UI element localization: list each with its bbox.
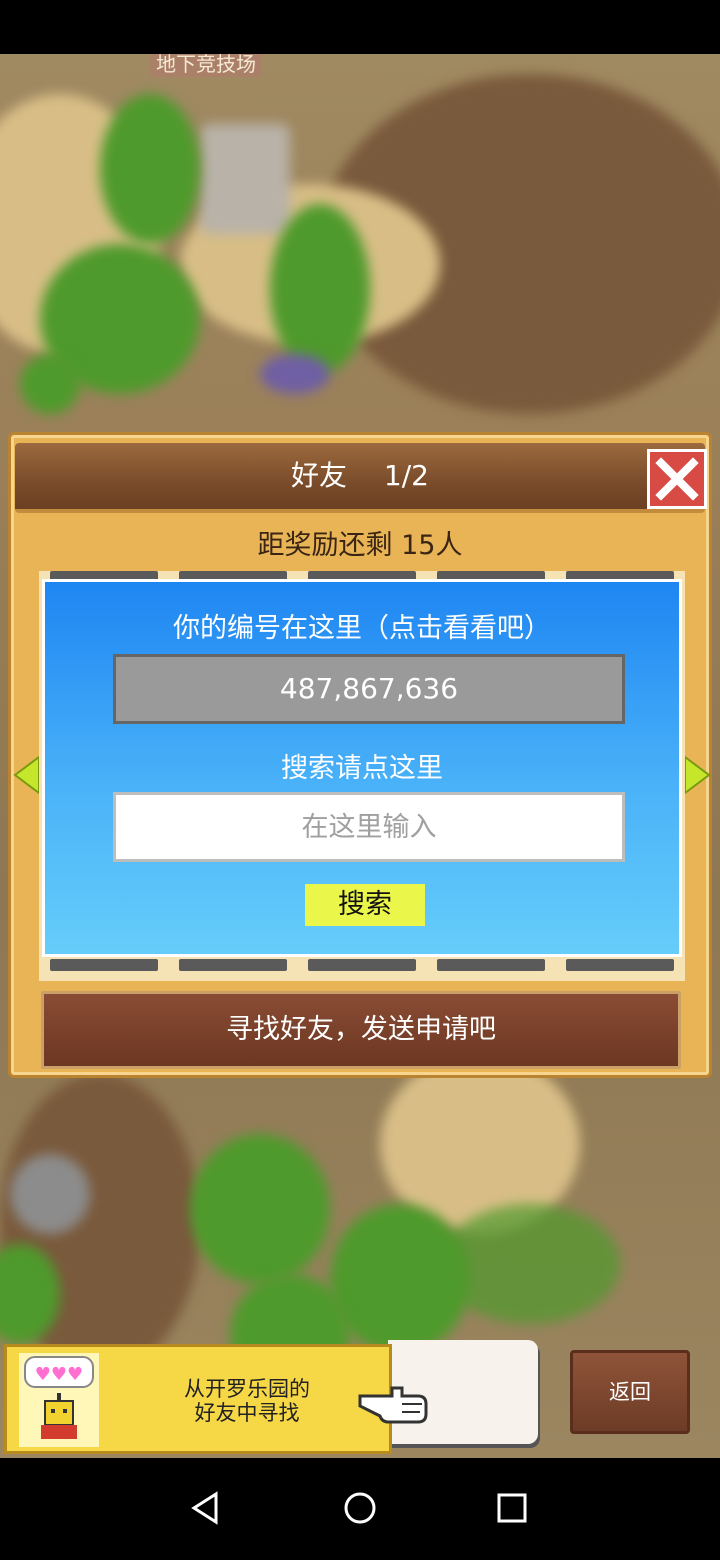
circle-home-icon[interactable]	[340, 1488, 380, 1528]
svg-text:♥♥♥: ♥♥♥	[35, 1364, 83, 1385]
id-search-panel: 你的编号在这里（点击看看吧） 487,867,636 搜索请点这里 搜索	[42, 579, 682, 957]
close-x-icon	[655, 457, 699, 501]
panel-frame: 你的编号在这里（点击看看吧） 487,867,636 搜索请点这里 搜索	[39, 571, 685, 981]
square-recent-icon[interactable]	[492, 1488, 532, 1528]
triangle-back-icon[interactable]	[186, 1488, 226, 1528]
pointing-hand-icon	[358, 1386, 428, 1424]
panel-rail-bottom	[39, 959, 685, 973]
close-button[interactable]	[647, 449, 707, 509]
find-friends-button[interactable]: 寻找好友，发送申请吧	[41, 991, 681, 1069]
building-label: 地下竞技场	[150, 54, 262, 77]
dialog-header: 好友 1/2	[15, 443, 707, 513]
search-input[interactable]	[113, 792, 625, 862]
dialog-title: 好友 1/2	[291, 459, 429, 492]
arrow-left-icon[interactable]	[13, 755, 41, 795]
promo-banner[interactable]: ♥♥♥ 从开罗乐园的 好友中寻找	[4, 1344, 392, 1454]
promo-text: 从开罗乐园的 好友中寻找	[157, 1377, 337, 1425]
mascot-icon: ♥♥♥	[24, 1356, 94, 1439]
promo-text-line2: 好友中寻找	[194, 1401, 300, 1425]
back-button[interactable]: 返回	[570, 1350, 690, 1434]
arrow-right-icon[interactable]	[683, 755, 711, 795]
status-bar	[0, 0, 720, 54]
search-button[interactable]: 搜索	[305, 884, 425, 926]
player-id-value[interactable]: 487,867,636	[113, 654, 625, 724]
reward-remaining-text: 距奖励还剩 15人	[257, 530, 463, 561]
friends-dialog: 好友 1/2 距奖励还剩 15人 你的编号在这里（点击看看吧） 487,867,…	[8, 432, 712, 1078]
system-nav-bar	[0, 1458, 720, 1560]
id-heading: 你的编号在这里（点击看看吧）	[173, 613, 551, 644]
avatar: ♥♥♥	[19, 1353, 99, 1447]
search-heading: 搜索请点这里	[281, 753, 443, 784]
promo-text-line1: 从开罗乐园的	[184, 1377, 310, 1401]
